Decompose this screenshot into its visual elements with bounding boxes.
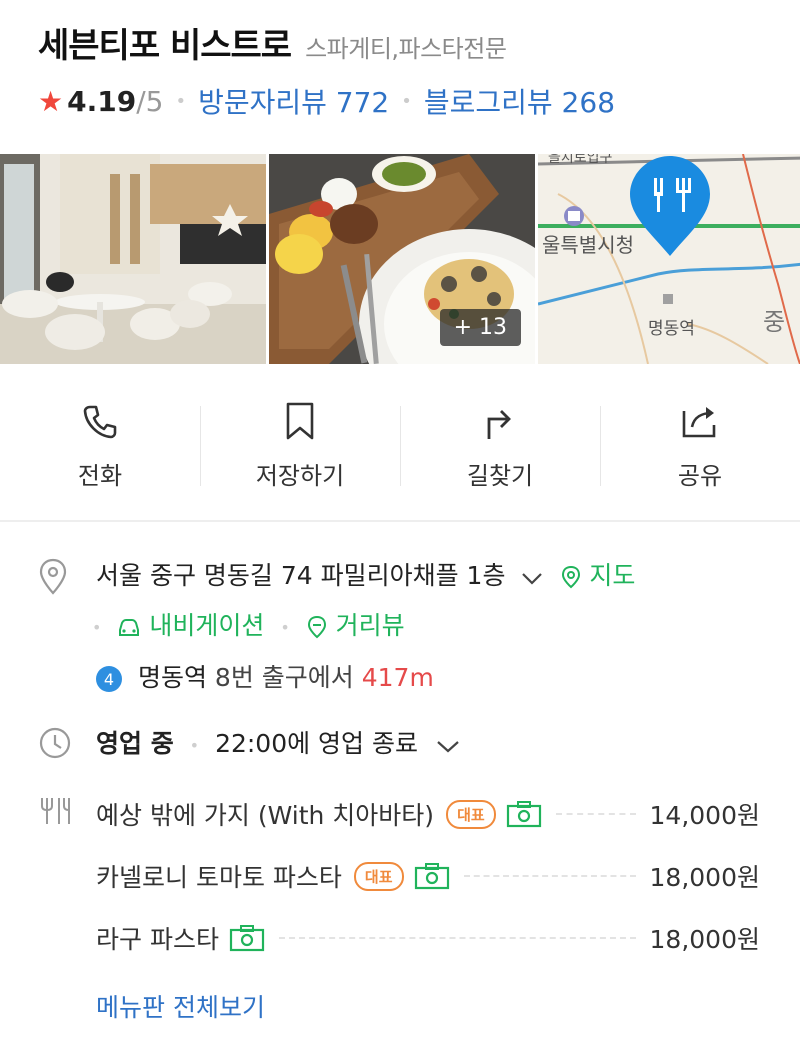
star-icon: ★ [38,84,64,118]
menu-item[interactable]: 카넬로니 토마토 파스타 대표 18,000원 [96,856,760,896]
separator-dot: • [175,90,187,112]
blog-reviews-link[interactable]: 블로그리뷰 268 [424,81,615,121]
navigation-label: 내비게이션 [149,611,265,640]
action-bar: 전화 저장하기 길찾기 공유 [0,390,800,500]
camera-icon[interactable] [414,862,450,890]
food-photo[interactable]: + 13 [269,154,535,364]
save-button[interactable]: 저장하기 [200,390,400,500]
separator-dot: • [280,617,290,637]
interior-photo[interactable] [0,154,266,364]
subway-distance: 417m [361,663,434,692]
photo-strip: + 13 울특별시청 명동역 중 을지로입구 [0,154,800,364]
menu-item[interactable]: 예상 밖에 가지 (With 치아바타) 대표 14,000원 [96,794,760,834]
signature-badge: 대표 [446,799,496,829]
closing-time: 22:00에 영업 종료 [215,729,419,758]
map-label-myeongdong: 명동역 [648,319,695,339]
map-thumbnail[interactable]: 울특별시청 명동역 중 을지로입구 [538,154,800,364]
map-label-cityhall: 울특별시청 [542,233,634,257]
map-link[interactable]: 지도 [561,561,635,590]
more-photos-badge[interactable]: + 13 [439,309,521,346]
map-label-top: 을지로입구 [548,154,613,166]
open-status: 영업 중 [96,729,174,758]
camera-icon[interactable] [229,924,265,952]
view-full-menu-link[interactable]: 메뉴판 전체보기 [96,988,265,1024]
fork-knife-icon [38,796,72,830]
subway-line-badge: 4 [96,666,122,692]
save-label: 저장하기 [255,462,345,490]
share-button[interactable]: 공유 [600,390,800,500]
share-label: 공유 [677,462,723,490]
signature-badge: 대표 [353,861,404,891]
menu-item-price: 18,000원 [649,925,760,954]
directions-label: 길찾기 [466,462,534,490]
subway-exit: 8번 출구에서 [214,663,354,692]
car-icon [119,619,140,636]
menu-item[interactable]: 라구 파스타 18,000원 [96,918,760,958]
street-view-link[interactable]: 거리뷰 [306,611,405,640]
share-icon [680,398,720,444]
map-link-label: 지도 [589,561,636,590]
separator-dot: • [401,90,412,112]
map-pin-icon [562,565,581,589]
rating-out-of: /5 [136,84,164,118]
clock-icon [38,726,72,764]
street-view-label: 거리뷰 [335,611,405,640]
phone-icon [82,398,118,444]
separator-dot: • [189,735,200,755]
menu-item-name: 라구 파스타 [96,925,219,954]
dotted-leader [278,937,636,939]
bookmark-icon [284,398,316,444]
call-button[interactable]: 전화 [0,390,200,500]
map-label-jung: 중 [763,308,785,336]
rating-score: 4.19 [67,84,137,118]
place-name: 세븐티포 비스트로 [38,26,292,66]
directions-button[interactable]: 길찾기 [400,390,600,500]
separator-dot: • [92,617,102,637]
menu-item-name: 예상 밖에 가지 (With 치아바타) [96,801,435,830]
camera-icon[interactable] [506,800,542,828]
menu-item-price: 14,000원 [649,801,760,830]
directions-icon [483,398,517,444]
dotted-leader [555,813,636,815]
section-divider [0,520,800,522]
visitor-reviews-link[interactable]: 방문자리뷰 772 [198,81,389,121]
street-view-icon [307,615,326,639]
rating-row: ★ 4.19 /5 • 방문자리뷰 772 • 블로그리뷰 268 [38,81,780,121]
location-pin-icon [38,558,68,600]
chevron-down-icon[interactable] [521,563,543,592]
navigation-link[interactable]: 내비게이션 [117,611,272,640]
place-category: 스파게티,파스타전문 [305,35,507,63]
dotted-leader [463,875,636,877]
chevron-down-icon[interactable] [436,731,460,760]
address-text: 서울 중구 명동길 74 파밀리아채플 1층 [96,561,506,590]
place-header: 세븐티포 비스트로 스파게티,파스타전문 ★ 4.19 /5 • 방문자리뷰 7… [38,18,780,121]
menu-item-price: 18,000원 [649,863,760,892]
call-label: 전화 [77,462,123,490]
menu-item-name: 카넬로니 토마토 파스타 [96,863,342,892]
subway-station: 명동역 [137,663,207,692]
